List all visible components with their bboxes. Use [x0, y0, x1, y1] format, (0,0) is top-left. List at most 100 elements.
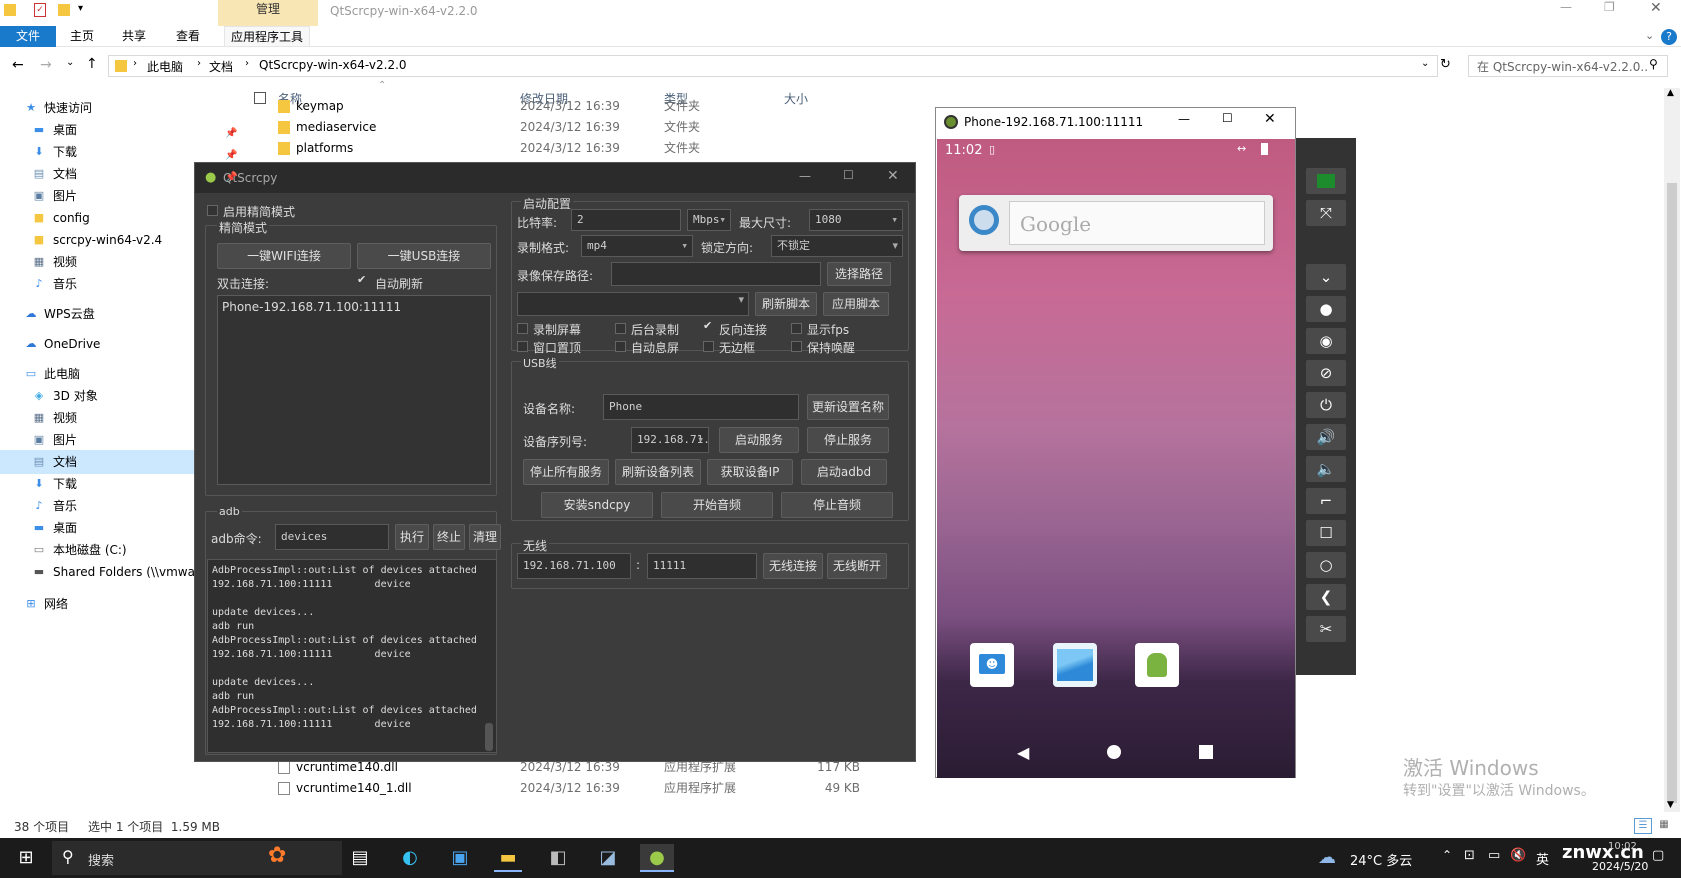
ribbon-context-tab[interactable]: 管理 — [218, 0, 318, 26]
lock-orientation-select[interactable]: 不锁定 — [771, 235, 903, 257]
nav-item[interactable]: ▣ 图片 — [0, 184, 225, 208]
wireless-port-input[interactable]: 11111 — [647, 553, 757, 579]
help-icon[interactable]: ? — [1661, 29, 1677, 45]
task-view-icon[interactable]: ▤ — [346, 844, 374, 872]
maximize-icon[interactable]: ❐ — [1604, 0, 1615, 14]
simple-mode-checkbox[interactable] — [207, 205, 218, 216]
wireless-disconnect-button[interactable]: 无线断开 — [827, 553, 887, 579]
edge-icon[interactable]: ◐ — [396, 844, 424, 872]
file-explorer-icon[interactable]: ▬ — [494, 844, 522, 872]
network-icon[interactable]: ⊡ — [1464, 848, 1475, 863]
breadcrumb-item[interactable]: 此电脑 — [147, 58, 183, 75]
file-row[interactable]: platforms 2024/3/12 16:39 文件夹 — [270, 138, 870, 159]
option-checkbox[interactable] — [615, 323, 626, 334]
terminate-button[interactable]: 终止 — [433, 524, 465, 550]
nav-item[interactable]: ▬ 桌面 — [0, 516, 225, 540]
forward-icon[interactable]: → — [40, 57, 52, 73]
google-search-input[interactable]: Google — [1009, 201, 1265, 245]
address-dropdown-icon[interactable]: ⌄ — [1421, 58, 1429, 69]
nav-item[interactable]: ▤ 文档 — [0, 450, 225, 474]
option-checkbox[interactable] — [791, 341, 802, 352]
start-audio-button[interactable]: 开始音频 — [661, 492, 773, 518]
tab-view[interactable]: 查看 — [170, 26, 206, 47]
nav-item[interactable]: ▦ 视频 — [0, 250, 225, 274]
fullscreen-icon[interactable]: ⤧ — [1306, 200, 1346, 226]
execute-button[interactable]: 执行 — [395, 524, 429, 550]
wifi-connect-button[interactable]: 一键WIFI连接 — [217, 243, 351, 269]
volume-up-icon[interactable]: 🔊 — [1306, 424, 1346, 450]
power-icon[interactable]: ⏻ — [1306, 392, 1346, 418]
expand-notifications-icon[interactable]: ⌄ — [1306, 264, 1346, 290]
details-view-icon[interactable]: ☰ — [1634, 818, 1652, 834]
recent-dropdown-icon[interactable]: ⌄ — [66, 57, 74, 68]
search-icon[interactable]: ⚲ — [1649, 57, 1658, 71]
square-icon[interactable]: ☐ — [1306, 520, 1346, 546]
script-select[interactable] — [517, 292, 749, 316]
bitrate-unit-select[interactable]: Mbps — [687, 209, 731, 231]
new-folder-icon[interactable] — [58, 4, 70, 16]
explorer-scrollbar[interactable]: ▲ ▼ — [1664, 88, 1680, 812]
close-icon[interactable]: ✕ — [887, 168, 899, 184]
nav-item[interactable]: ♪ 音乐 — [0, 272, 225, 296]
device-list[interactable]: Phone-192.168.71.100:11111 — [217, 295, 491, 485]
scroll-up-icon[interactable]: ▲ — [1667, 88, 1674, 98]
device-name-input[interactable]: Phone — [603, 394, 799, 420]
minimize-icon[interactable]: — — [799, 169, 811, 183]
option-checkbox[interactable] — [615, 341, 626, 352]
nav-item[interactable]: ★ 快速访问 — [0, 96, 225, 120]
pin-icon[interactable]: 📌 — [225, 128, 237, 139]
tab-share[interactable]: 共享 — [116, 26, 152, 47]
option-checkbox[interactable] — [791, 323, 802, 334]
refresh-icon[interactable]: ↻ — [1440, 57, 1451, 72]
wireless-ip-input[interactable]: 192.168.71.100 — [517, 553, 631, 579]
nav-item[interactable]: ▦ 视频 — [0, 406, 225, 430]
nav-item[interactable]: ▭ 此电脑 — [0, 362, 225, 386]
ime-indicator[interactable]: 英 — [1536, 849, 1549, 868]
nav-item[interactable]: ■ config — [0, 206, 225, 230]
file-row[interactable]: mediaservice 2024/3/12 16:39 文件夹 — [270, 117, 870, 138]
back-icon[interactable]: ← — [12, 57, 24, 73]
qtscrcpy-taskbar-icon[interactable]: ● — [640, 844, 674, 872]
volume-down-icon[interactable]: 🔈 — [1306, 456, 1346, 482]
store-icon[interactable]: ▣ — [446, 844, 474, 872]
eye-off-icon[interactable]: ⊘ — [1306, 360, 1346, 386]
device-color-icon[interactable] — [1306, 168, 1346, 194]
touch-indicator-icon[interactable]: ● — [1306, 296, 1346, 322]
record-path-input[interactable] — [611, 262, 821, 286]
volume-muted-icon[interactable]: 🔇 — [1510, 848, 1526, 863]
get-device-ip-button[interactable]: 获取设备IP — [707, 459, 793, 485]
apply-script-button[interactable]: 应用脚本 — [823, 292, 889, 316]
nav-home-icon[interactable] — [1107, 745, 1121, 759]
notification-icon[interactable]: ▢ — [1652, 848, 1664, 863]
usb-connect-button[interactable]: 一键USB连接 — [357, 243, 491, 269]
close-icon[interactable]: ✕ — [1264, 111, 1276, 127]
screenshot-scissors-icon[interactable]: ✂ — [1306, 616, 1346, 642]
tab-home[interactable]: 主页 — [64, 26, 100, 47]
contacts-app-icon[interactable]: ☻ — [970, 643, 1014, 687]
clock-time[interactable]: 10:02 — [1608, 841, 1637, 852]
expand-ribbon-icon[interactable]: ⌄ — [1645, 29, 1654, 42]
minimize-icon[interactable]: — — [1560, 0, 1572, 14]
wireless-connect-button[interactable]: 无线连接 — [763, 553, 823, 579]
nav-item[interactable]: ▭ 本地磁盘 (C:) — [0, 538, 225, 562]
eye-icon[interactable]: ◉ — [1306, 328, 1346, 354]
clear-button[interactable]: 清理 — [469, 524, 501, 550]
clock-date[interactable]: 2024/5/20 — [1592, 860, 1648, 873]
notepad-icon[interactable]: ◪ — [594, 844, 622, 872]
nav-recents-icon[interactable] — [1199, 745, 1213, 759]
back-chevron-icon[interactable]: ❮ — [1306, 584, 1346, 610]
address-bar[interactable]: › 此电脑 › 文档 › QtScrcpy-win-x64-v2.2.0 ⌄ — [108, 55, 1438, 77]
tray-chevron-icon[interactable]: ⌃ — [1442, 848, 1452, 862]
nav-item[interactable]: ▣ 图片 — [0, 428, 225, 452]
start-service-button[interactable]: 启动服务 — [719, 427, 799, 453]
file-row[interactable]: keymap 2024/3/12 16:39 文件夹 — [270, 96, 870, 117]
quick-access-dropdown-icon[interactable]: ▾ — [78, 3, 83, 14]
phone-screen[interactable]: 11:02 ▯ ↔ Google ☻ ◀ — [937, 139, 1295, 778]
update-name-button[interactable]: 更新设置名称 — [807, 394, 889, 420]
gallery-app-icon[interactable] — [1053, 643, 1097, 687]
nav-item[interactable]: ⊞ 网络 — [0, 592, 225, 616]
refresh-devices-button[interactable]: 刷新设备列表 — [615, 459, 701, 485]
start-adbd-button[interactable]: 启动adbd — [801, 459, 887, 485]
file-row[interactable]: vcruntime140_1.dll 2024/3/12 16:39 应用程序扩展 4… — [270, 778, 870, 799]
nav-item[interactable]: ▬ 桌面 — [0, 118, 225, 142]
